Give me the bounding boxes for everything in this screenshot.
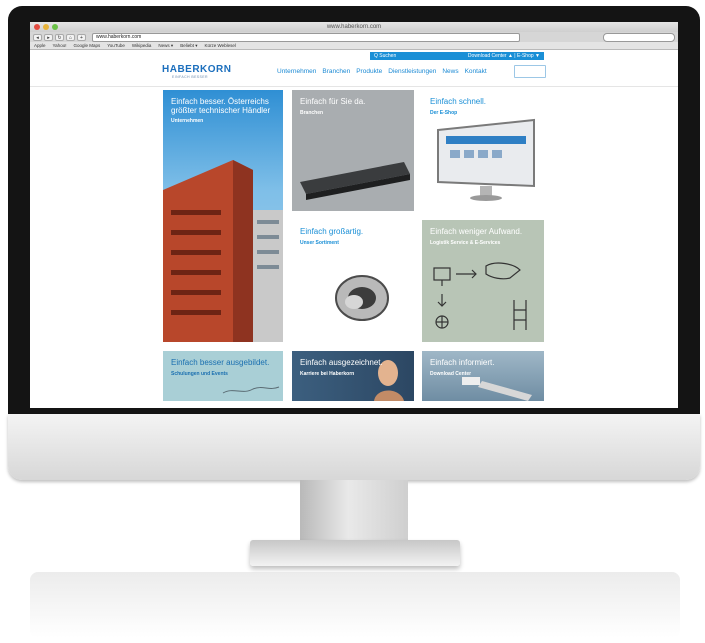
tile-title: Einfach großartig. (300, 227, 364, 236)
tile-logistik[interactable]: Einfach weniger Aufwand. Logistik Servic… (422, 220, 544, 342)
bookmark-item[interactable]: YouTube (107, 42, 125, 49)
tile-title: Einfach ausgezeichnet. (300, 358, 383, 367)
bookmark-item[interactable]: Yahoo! (53, 42, 67, 49)
reload-icon[interactable]: ↻ (55, 33, 64, 41)
nav-item-produkte[interactable]: Produkte (356, 68, 382, 75)
tile-title: Einfach schnell. (430, 97, 487, 106)
tile-unternehmen[interactable]: Einfach besser. Österreichs größter tech… (163, 90, 283, 342)
tile-title: Einfach besser. Österreichs größter tech… (171, 97, 271, 115)
window-title: www.haberkorn.com (326, 24, 382, 30)
nav-item-dienstleistungen[interactable]: Dienstleistungen (388, 68, 436, 75)
tile-title: Einfach besser ausgebildet. (171, 358, 270, 367)
monitor-stand-neck (300, 480, 408, 542)
tile-download-center[interactable]: Einfach informiert. Download Center (422, 351, 544, 401)
bookmark-item[interactable]: Beliebt ▾ (180, 42, 197, 49)
utility-links[interactable]: Download Center ▲ | E-Shop ▼ (468, 52, 540, 60)
logo-text: HABERKORN (162, 64, 232, 75)
browser-titlebar: www.haberkorn.com (30, 22, 678, 32)
main-nav: Unternehmen Branchen Produkte Dienstleis… (277, 68, 487, 75)
building-image (163, 160, 283, 342)
bookmarks-bar: Apple Yahoo! Google Maps YouTube Wikiped… (30, 42, 678, 50)
site-logo[interactable]: HABERKORN EINFACH BESSER (162, 64, 232, 80)
tile-title: Einfach für Sie da. (300, 97, 366, 106)
tile-subtitle: Unternehmen (171, 118, 204, 124)
bookmark-item[interactable]: Kürze Weblesel (204, 42, 235, 49)
home-icon[interactable]: ⌂ (66, 33, 75, 41)
minimize-icon[interactable] (43, 24, 49, 30)
monitor-chin (8, 414, 700, 480)
monitor-stand-foot (250, 540, 460, 566)
bookmark-item[interactable]: Google Maps (73, 42, 100, 49)
monitor-screen: www.haberkorn.com ◂ ▸ ↻ ⌂ + www.haberkor… (30, 22, 678, 408)
nav-item-unternehmen[interactable]: Unternehmen (277, 68, 316, 75)
site-search-link[interactable]: Q Suchen (374, 52, 396, 60)
logo-tagline: EINFACH BESSER (172, 75, 208, 79)
nav-item-kontakt[interactable]: Kontakt (465, 68, 487, 75)
nav-item-news[interactable]: News (442, 68, 458, 75)
tile-subtitle: Karriere bei Haberkorn (300, 370, 355, 377)
tile-subtitle: Download Center (430, 370, 472, 377)
language-selector[interactable] (514, 65, 546, 78)
web-page: Q Suchen Download Center ▲ | E-Shop ▼ HA… (30, 50, 678, 401)
tile-title: Einfach weniger Aufwand. (430, 227, 523, 236)
tile-subtitle: Logistik Service & E-Services (430, 239, 501, 246)
tile-e-shop[interactable]: Einfach schnell. Der E-Shop (422, 90, 544, 211)
back-icon[interactable]: ◂ (33, 33, 42, 41)
nav-item-branchen[interactable]: Branchen (322, 68, 350, 75)
address-bar[interactable]: www.haberkorn.com (92, 32, 520, 42)
bookmark-icon[interactable]: + (77, 33, 86, 41)
tile-sortiment[interactable]: Einfach großartig. Unser Sortiment (292, 220, 414, 342)
bookmark-item[interactable]: News ▾ (158, 42, 173, 49)
zoom-icon[interactable] (52, 24, 58, 30)
tile-subtitle: Der E-Shop (430, 109, 458, 116)
floor-reflection (30, 572, 680, 638)
bookmark-item[interactable]: Apple (34, 42, 46, 49)
bookmark-item[interactable]: Wikipedia (132, 42, 152, 49)
forward-icon[interactable]: ▸ (44, 33, 53, 41)
top-utility-bar: Q Suchen Download Center ▲ | E-Shop ▼ (370, 52, 544, 60)
tile-subtitle: Schulungen und Events (171, 370, 228, 377)
header-divider (30, 86, 678, 87)
tile-subtitle: Unser Sortiment (300, 239, 339, 246)
tile-title: Einfach informiert. (430, 358, 495, 367)
search-input[interactable] (603, 32, 675, 42)
tile-karriere[interactable]: Einfach ausgezeichnet. Karriere bei Habe… (292, 351, 414, 401)
close-icon[interactable] (34, 24, 40, 30)
tile-subtitle: Branchen (300, 109, 324, 116)
tile-branchen[interactable]: Einfach für Sie da. Branchen (292, 90, 414, 211)
tile-schulungen[interactable]: Einfach besser ausgebildet. Schulungen u… (163, 351, 283, 401)
browser-toolbar: ◂ ▸ ↻ ⌂ + www.haberkorn.com (30, 32, 678, 42)
